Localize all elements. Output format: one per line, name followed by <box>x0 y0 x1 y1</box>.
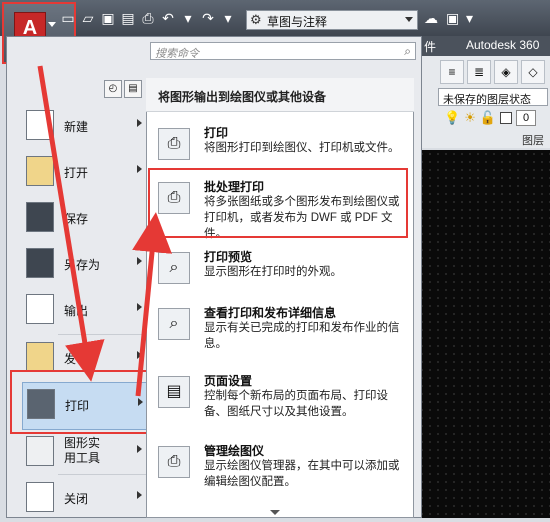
redo-icon[interactable]: ↷ <box>200 10 216 26</box>
quick-access-toolbar: ▭ ▱ ▣ ▤ ⎙ ↶ ▾ ↷ ▾ <box>60 10 236 26</box>
open-folder-icon[interactable]: ▱ <box>80 10 96 26</box>
menu-item-drawing-utilities[interactable]: 图形实用工具 <box>22 430 150 476</box>
chevron-right-icon <box>137 491 142 499</box>
layer-isolate-icon[interactable]: ◈ <box>494 60 518 84</box>
open-documents-icon[interactable]: ▤ <box>124 80 142 98</box>
batch-plot-highlight-box <box>148 168 408 238</box>
sun-icon: ☀ <box>464 110 476 125</box>
search-placeholder: 搜索命令 <box>155 48 199 60</box>
plot-icon[interactable]: ⎙ <box>140 10 156 26</box>
menu-item-label: 另存为 <box>64 258 101 272</box>
layer-state-dropdown[interactable]: 未保存的图层状态 <box>438 88 548 106</box>
undo-dropdown-icon[interactable]: ▾ <box>180 10 196 26</box>
submenu-item-page-setup[interactable]: ▤ 页面设置 控制每个新布局的页面布局、打印设备、图纸尺寸以及其他设置。 <box>156 372 414 432</box>
submenu-item-plot-details[interactable]: ⌕ 查看打印和发布详细信息 显示有关已完成的打印和发布作业的信息。 <box>156 304 414 360</box>
tab-partial[interactable]: 件 <box>424 38 436 55</box>
gear-icon: ⚙ <box>250 12 262 27</box>
chevron-right-icon <box>137 303 142 311</box>
redo-dropdown-icon[interactable]: ▾ <box>220 10 236 26</box>
open-folder-icon <box>26 156 54 186</box>
search-icon: ⌕ <box>404 44 411 58</box>
more-dropdown-icon[interactable]: ▾ <box>466 10 473 27</box>
lightbulb-icon: 💡 <box>444 110 461 125</box>
submenu-item-title: 打印预览 <box>204 250 253 264</box>
recent-documents-toolbar: ◴ ▤ <box>104 80 142 98</box>
preview-magnifier-icon: ⌕ <box>158 252 190 284</box>
layer-match-icon[interactable]: ◇ <box>521 60 545 84</box>
window-icon[interactable]: ▣ <box>446 10 459 27</box>
chevron-right-icon <box>137 351 142 359</box>
ribbon-layer-tools: ≡ ≣ ◈ ◇ <box>440 60 545 84</box>
menu-item-new[interactable]: 新建 <box>22 104 150 150</box>
workspace-label: 草图与注释 <box>267 15 328 29</box>
printer-icon: ⎙ <box>158 128 190 160</box>
menu-item-close[interactable]: 关闭 <box>22 476 150 522</box>
menu-item-open[interactable]: 打开 <box>22 150 150 196</box>
export-icon <box>26 294 54 324</box>
scroll-down-arrow-icon[interactable] <box>270 510 280 515</box>
menu-item-save-as[interactable]: 另存为 <box>22 242 150 288</box>
submenu-item-plot-preview[interactable]: ⌕ 打印预览 显示图形在打印时的外观。 <box>156 248 414 292</box>
submenu-item-desc: 将图形打印到绘图仪、打印机或文件。 <box>204 142 400 154</box>
menu-item-label: 输出 <box>64 304 89 318</box>
chevron-right-icon <box>137 165 142 173</box>
menu-item-label: 图形实用工具 <box>64 436 101 465</box>
submenu-item-manage-plotters[interactable]: ⎙ 管理绘图仪 显示绘图仪管理器，在其中可以添加或编辑绘图仪配置。 <box>156 442 414 502</box>
submenu-item-title: 打印 <box>204 126 229 140</box>
print-highlight-box <box>10 370 154 434</box>
menu-item-label: 关闭 <box>64 492 89 506</box>
chevron-down-icon <box>405 17 413 22</box>
save-as-icon[interactable]: ▤ <box>120 10 136 26</box>
drawing-canvas[interactable] <box>410 150 550 518</box>
submenu-item-title: 管理绘图仪 <box>204 444 265 458</box>
menu-item-label: 打开 <box>64 166 89 180</box>
color-swatch <box>500 112 513 124</box>
chevron-right-icon <box>137 257 142 265</box>
layer-control[interactable]: 💡 ☀ 🔓 0 <box>444 110 537 126</box>
tab-autodesk-360[interactable]: Autodesk 360 <box>466 38 539 52</box>
chevron-down-icon <box>48 22 56 27</box>
menu-separator <box>58 474 148 475</box>
submenu-item-desc: 显示有关已完成的打印和发布作业的信息。 <box>204 322 400 350</box>
layer-state-icon[interactable]: ≣ <box>467 60 491 84</box>
close-document-icon <box>26 482 54 512</box>
plot-details-icon: ⌕ <box>158 308 190 340</box>
chevron-right-icon <box>137 445 142 453</box>
new-document-icon <box>26 110 54 140</box>
layer-name: 0 <box>516 110 537 126</box>
recent-documents-icon[interactable]: ◴ <box>104 80 122 98</box>
save-as-disk-icon <box>26 248 54 278</box>
cloud-icon[interactable]: ☁ <box>424 10 438 27</box>
layer-properties-icon[interactable]: ≡ <box>440 60 464 84</box>
publish-icon <box>26 342 54 372</box>
submenu-item-desc: 显示绘图仪管理器，在其中可以添加或编辑绘图仪配置。 <box>204 460 400 488</box>
menu-item-save[interactable]: 保存 <box>22 196 150 242</box>
menu-item-label: 发布 <box>64 352 89 366</box>
save-disk-icon <box>26 202 54 232</box>
menu-item-label: 新建 <box>64 120 89 134</box>
submenu-item-title: 查看打印和发布详细信息 <box>204 306 337 320</box>
workspace-selector[interactable]: ⚙ 草图与注释 <box>246 10 418 30</box>
panel-label-layers: 图层 <box>522 135 544 147</box>
menu-item-export[interactable]: 输出 <box>22 288 150 334</box>
submenu-header: 将图形输出到绘图仪或其他设备 <box>146 78 414 112</box>
submenu-item-desc: 控制每个新布局的页面布局、打印设备、图纸尺寸以及其他设置。 <box>204 390 388 418</box>
menu-separator <box>58 334 148 335</box>
wrench-icon <box>26 436 54 466</box>
undo-icon[interactable]: ↶ <box>160 10 176 26</box>
search-input[interactable]: 搜索命令 ⌕ <box>150 42 416 60</box>
chevron-right-icon <box>137 119 142 127</box>
lock-icon: 🔓 <box>479 110 497 125</box>
save-icon[interactable]: ▣ <box>100 10 116 26</box>
plotter-manager-icon: ⎙ <box>158 446 190 478</box>
submenu-title: 将图形输出到绘图仪或其他设备 <box>158 90 327 104</box>
page-setup-icon: ▤ <box>158 376 190 408</box>
submenu-item-plot[interactable]: ⎙ 打印 将图形打印到绘图仪、打印机或文件。 <box>156 124 414 168</box>
menu-left-column: 新建 打开 保存 另存为 输出 发布 打印 图形实用工具 关闭 <box>8 104 152 518</box>
new-file-icon[interactable]: ▭ <box>60 10 76 26</box>
submenu-item-desc: 显示图形在打印时的外观。 <box>204 266 342 278</box>
menu-item-label: 保存 <box>64 212 89 226</box>
submenu-item-title: 页面设置 <box>204 374 253 388</box>
